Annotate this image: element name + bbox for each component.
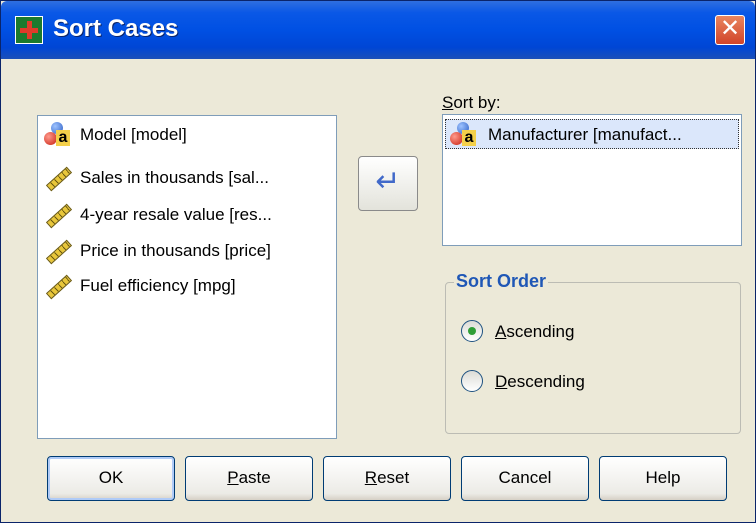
- ascending-label: Ascending: [495, 322, 575, 341]
- close-button[interactable]: ✕: [715, 15, 745, 45]
- window-title: Sort Cases: [53, 15, 179, 42]
- scale-variable-icon: [44, 166, 73, 192]
- list-item-label: Price in thousands [price]: [80, 241, 271, 260]
- sort-by-list[interactable]: a Manufacturer [manufact...: [442, 114, 742, 246]
- paste-button[interactable]: Paste: [185, 456, 313, 501]
- list-item-label: 4-year resale value [res...: [80, 205, 272, 224]
- list-item[interactable]: a Manufacturer [manufact...: [445, 119, 739, 149]
- move-arrow-icon: ↵: [375, 165, 401, 198]
- list-item-label: Sales in thousands [sal...: [80, 168, 270, 187]
- descending-radio[interactable]: [461, 370, 483, 392]
- cancel-button[interactable]: Cancel: [461, 456, 589, 501]
- title-bar[interactable]: Sort Cases ✕: [1, 1, 755, 59]
- reset-button[interactable]: Reset: [323, 456, 451, 501]
- list-item-label: Model [model]: [80, 125, 187, 144]
- list-item-label: Manufacturer [manufact...: [488, 125, 682, 144]
- help-button[interactable]: Help: [599, 456, 727, 501]
- list-item-label: Fuel efficiency [mpg]: [80, 276, 236, 295]
- sort-order-group: [445, 282, 741, 434]
- sort-cases-dialog: Sort Cases ✕ a Model [model] Sales in th…: [0, 0, 756, 523]
- descending-label: Descending: [495, 372, 585, 391]
- move-to-sort-by-button[interactable]: ↵: [358, 156, 418, 211]
- scale-variable-icon: [44, 203, 73, 229]
- spss-app-icon: [15, 16, 43, 44]
- scale-variable-icon: [44, 239, 73, 265]
- sort-order-title: Sort Order: [454, 271, 549, 292]
- ascending-radio[interactable]: [461, 320, 483, 342]
- sort-by-label: Sort by:: [442, 93, 501, 112]
- nominal-variable-icon: a: [448, 122, 478, 148]
- scale-variable-icon: [44, 274, 73, 300]
- source-variable-list[interactable]: a Model [model] Sales in thousands [sal.…: [37, 115, 337, 439]
- nominal-variable-icon: a: [42, 122, 72, 148]
- ok-button[interactable]: OK: [47, 456, 175, 501]
